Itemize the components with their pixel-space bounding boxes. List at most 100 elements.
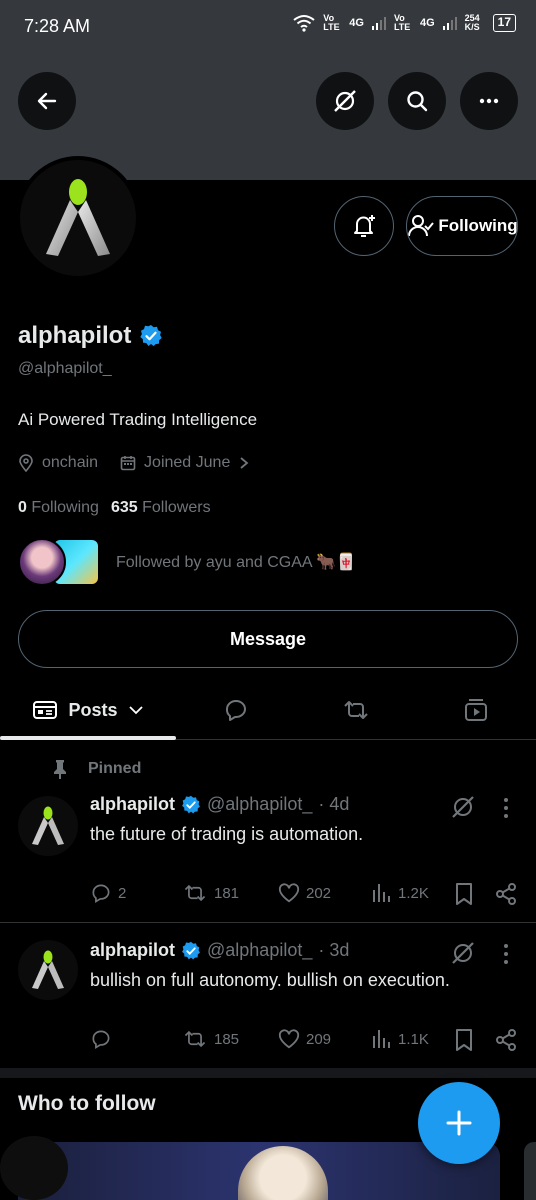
suggested-account-card[interactable]	[18, 1142, 500, 1200]
compose-post-button[interactable]	[418, 1082, 500, 1164]
like-count: 202	[306, 884, 332, 902]
share-icon[interactable]	[494, 882, 518, 906]
repost-icon	[341, 698, 371, 722]
pinned-row: Pinned	[50, 758, 141, 780]
location-icon	[18, 454, 34, 472]
next-suggestion-card[interactable]	[524, 1142, 536, 1200]
bell-plus-icon	[350, 212, 378, 240]
tweet-time: · 3d	[318, 940, 350, 960]
tweet-author-name[interactable]: alphapilot	[90, 940, 175, 961]
tweet-text: bullish on full autonomy. bullish on exe…	[90, 970, 450, 990]
more-vertical-icon[interactable]	[496, 796, 516, 820]
bookmark-icon[interactable]	[454, 882, 474, 906]
tweet-header: alphapilot @alphapilot_ · 4d	[90, 794, 349, 815]
network-label-2: 4G	[419, 17, 435, 29]
tweet-author-name[interactable]: alphapilot	[90, 794, 175, 815]
tweet-text: the future of trading is automation.	[90, 824, 364, 844]
views-button[interactable]: 1.2K	[372, 882, 429, 904]
suggested-account-image	[238, 1146, 328, 1200]
tab-media[interactable]	[416, 680, 536, 740]
repost-button[interactable]: 185	[182, 1028, 239, 1050]
profile-counts: 0 Following 635 Followers	[18, 499, 211, 517]
tab-active-indicator	[0, 736, 176, 740]
calendar-icon	[120, 455, 136, 471]
wifi-icon	[293, 14, 315, 32]
signal-icon	[442, 16, 457, 30]
bookmark-icon[interactable]	[454, 1028, 474, 1052]
more-horizontal-icon	[477, 89, 501, 113]
media-icon	[463, 697, 489, 723]
verified-badge-icon[interactable]	[139, 324, 163, 348]
like-button[interactable]: 209	[278, 1028, 331, 1050]
more-vertical-icon[interactable]	[496, 942, 516, 966]
arrow-left-icon	[35, 89, 59, 113]
reply-icon	[90, 882, 112, 904]
chevron-down-icon	[128, 704, 144, 716]
like-button[interactable]: 202	[278, 882, 331, 904]
notifications-button[interactable]	[334, 196, 394, 256]
reply-icon	[90, 1028, 112, 1050]
user-check-icon	[407, 212, 435, 240]
views-icon	[372, 1028, 392, 1050]
network-label-1: 4G	[349, 17, 364, 29]
share-icon[interactable]	[494, 1028, 518, 1052]
profile-joined[interactable]: Joined June	[144, 454, 230, 472]
grok-icon[interactable]	[450, 940, 476, 966]
reply-button[interactable]: 2	[90, 882, 126, 904]
repost-icon	[182, 1028, 208, 1050]
follower-avatar-1	[18, 538, 66, 586]
repost-icon	[182, 882, 208, 904]
followers-count-link[interactable]: 635 Followers	[111, 499, 211, 517]
views-count: 1.1K	[398, 1030, 429, 1048]
tweet-author-handle: @alphapilot_	[207, 940, 313, 960]
heart-icon	[278, 1028, 300, 1050]
following-count-link[interactable]: 0 Following	[18, 499, 99, 517]
suggested-account-avatar[interactable]	[0, 1136, 68, 1200]
profile-meta: onchain Joined June	[18, 454, 250, 472]
back-button[interactable]	[18, 72, 76, 130]
grok-icon	[332, 88, 358, 114]
volte-label-2: Vo LTE	[393, 13, 411, 32]
profile-tabs: Posts	[0, 680, 536, 740]
who-to-follow-heading: Who to follow	[18, 1092, 156, 1115]
profile-avatar[interactable]	[16, 156, 140, 280]
tweet-author-handle: @alphapilot_	[207, 794, 313, 814]
tweet-time: · 4d	[318, 794, 350, 814]
tweet-avatar[interactable]	[18, 940, 78, 1000]
tab-reposts[interactable]	[296, 680, 416, 740]
status-time: 7:28 AM	[24, 16, 91, 36]
alphapilot-logo-icon	[38, 176, 118, 260]
repost-button[interactable]: 181	[182, 882, 239, 904]
volte-label-1: Vo LTE	[323, 13, 340, 32]
heart-icon	[278, 882, 300, 904]
signal-icon	[371, 16, 386, 30]
plus-icon	[444, 1108, 474, 1138]
followed-by-text: Followed by ayu and CGAA 🐂🀄	[116, 554, 356, 571]
like-count: 209	[306, 1030, 332, 1048]
grok-icon[interactable]	[450, 794, 476, 820]
tweet-header: alphapilot @alphapilot_ · 3d	[90, 940, 349, 961]
more-options-button[interactable]	[460, 72, 518, 130]
repost-count: 181	[214, 884, 240, 902]
profile-bio: Ai Powered Trading Intelligence	[18, 410, 258, 429]
views-count: 1.2K	[398, 884, 429, 902]
tab-posts-label: Posts	[68, 699, 118, 720]
profile-location: onchain	[42, 454, 99, 471]
views-button[interactable]: 1.1K	[372, 1028, 429, 1050]
chevron-right-icon[interactable]	[238, 456, 250, 470]
reply-button[interactable]	[90, 1028, 118, 1050]
tab-replies[interactable]	[176, 680, 296, 740]
profile-handle: @alphapilot_	[18, 360, 112, 377]
search-button[interactable]	[388, 72, 446, 130]
following-button[interactable]: Following	[406, 196, 518, 256]
reply-bubble-icon	[223, 697, 249, 723]
tab-posts[interactable]: Posts	[0, 680, 176, 740]
message-button[interactable]: Message	[18, 610, 518, 668]
followed-by-row[interactable]: Followed by ayu and CGAA 🐂🀄	[18, 538, 356, 586]
views-icon	[372, 882, 392, 904]
grok-button[interactable]	[316, 72, 374, 130]
section-separator	[0, 1068, 536, 1078]
verified-badge-icon	[181, 941, 201, 961]
tweet-divider	[0, 922, 536, 923]
tweet-avatar[interactable]	[18, 796, 78, 856]
